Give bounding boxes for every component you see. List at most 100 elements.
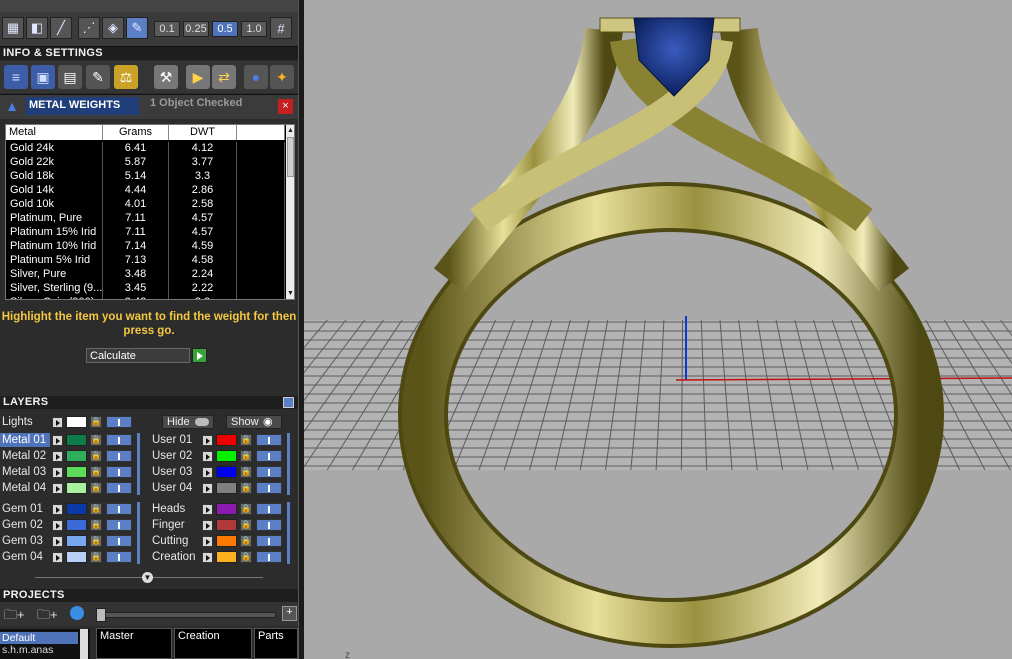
layer-color-swatch[interactable] [216, 519, 237, 531]
step-0-25-button[interactable]: 0.25 [183, 21, 209, 37]
thumbnail-master[interactable]: Master [96, 628, 172, 659]
document-icon[interactable]: ▤ [58, 65, 82, 89]
layer-color-swatch[interactable] [216, 535, 237, 547]
box-view-icon[interactable]: ◧ [26, 17, 48, 39]
layer-color-swatch[interactable] [216, 503, 237, 515]
sphere-icon[interactable]: ● [244, 65, 268, 89]
layer-row[interactable]: Metal 03 🔒 [0, 465, 140, 479]
thumbnail-creation[interactable]: Creation [174, 628, 252, 659]
expand-arrow-icon[interactable] [202, 520, 213, 531]
go-button[interactable] [192, 348, 207, 363]
layer-name[interactable]: User 04 [150, 481, 200, 495]
visibility-toggle[interactable] [256, 482, 282, 494]
render-icon[interactable]: ▶ [186, 65, 210, 89]
lock-icon[interactable]: 🔒 [90, 434, 102, 446]
layer-name[interactable]: Metal 04 [0, 481, 50, 495]
table-row[interactable]: Silver, Sterling (9... 3.45 2.22 [6, 282, 285, 296]
lock-icon[interactable]: 🔒 [240, 519, 252, 531]
layer-name[interactable]: Metal 02 [0, 449, 50, 463]
table-row[interactable]: Gold 14k 4.44 2.86 [6, 184, 285, 198]
cube-icon[interactable]: ▣ [31, 65, 55, 89]
visibility-toggle[interactable] [256, 551, 282, 563]
expand-arrow-icon[interactable] [52, 536, 63, 547]
layer-row[interactable]: Metal 04 🔒 [0, 481, 140, 495]
layer-name[interactable]: Heads [150, 502, 200, 516]
lock-icon[interactable]: 🔒 [90, 466, 102, 478]
visibility-toggle[interactable] [106, 519, 132, 531]
expand-arrow-icon[interactable] [52, 552, 63, 563]
expand-arrow-icon[interactable] [202, 536, 213, 547]
lock-icon[interactable]: 🔒 [240, 466, 252, 478]
layer-row[interactable]: Metal 01 🔒 [0, 433, 140, 447]
table-row[interactable]: Platinum 15% Irid 7.11 4.57 [6, 226, 285, 240]
expand-arrow-icon[interactable] [52, 520, 63, 531]
table-row[interactable]: Platinum 5% Irid 7.13 4.58 [6, 254, 285, 268]
layer-row[interactable]: User 02 🔒 [150, 449, 290, 463]
visibility-toggle[interactable] [256, 466, 282, 478]
column-header-grams[interactable]: Grams [103, 125, 169, 140]
layer-color-swatch[interactable] [66, 519, 87, 531]
lock-icon[interactable]: 🔒 [240, 482, 252, 494]
expand-arrow-icon[interactable] [202, 451, 213, 462]
layers-stack-icon[interactable]: ≡ [4, 65, 28, 89]
dotted-line-icon[interactable]: ⋰ [78, 17, 100, 39]
layer-row[interactable]: Heads 🔒 [150, 502, 290, 516]
calculate-dropdown[interactable]: Calculate [86, 348, 190, 363]
visibility-toggle[interactable] [256, 503, 282, 515]
layer-row[interactable]: Finger 🔒 [150, 518, 290, 532]
lock-icon[interactable]: 🔒 [90, 482, 102, 494]
layer-color-swatch[interactable] [216, 466, 237, 478]
visibility-toggle[interactable] [256, 450, 282, 462]
layer-name[interactable]: User 03 [150, 465, 200, 479]
layer-row[interactable]: Metal 02 🔒 [0, 449, 140, 463]
expand-arrow-icon[interactable] [52, 451, 63, 462]
lock-icon[interactable]: 🔒 [240, 503, 252, 515]
edit-note-icon[interactable]: ✎ [86, 65, 110, 89]
output-icon[interactable]: ⇄ [212, 65, 236, 89]
layer-row[interactable]: Gem 02 🔒 [0, 518, 140, 532]
layer-name[interactable]: Gem 03 [0, 534, 50, 548]
visibility-toggle[interactable] [106, 434, 132, 446]
expand-arrow-icon[interactable] [52, 504, 63, 515]
layer-color-swatch[interactable] [66, 482, 87, 494]
project-scrollbar[interactable] [80, 629, 88, 659]
lock-icon[interactable]: 🔒 [90, 450, 102, 462]
scroll-up-icon[interactable]: ▲ [286, 126, 294, 135]
add-icon[interactable]: + [282, 606, 297, 621]
hide-button[interactable]: Hide [162, 415, 214, 429]
layer-name[interactable]: Metal 03 [0, 465, 50, 479]
layer-color-swatch[interactable] [216, 434, 237, 446]
layer-name[interactable]: Gem 02 [0, 518, 50, 532]
layer-row[interactable]: User 04 🔒 [150, 481, 290, 495]
layer-row[interactable]: Lights 🔒 [0, 415, 140, 429]
thumbnail-parts[interactable]: Parts [254, 628, 298, 659]
expand-arrow-icon[interactable] [202, 467, 213, 478]
line-tool-icon[interactable]: ╱ [50, 17, 72, 39]
expand-arrow-icon[interactable] [52, 435, 63, 446]
expand-arrow-icon[interactable] [202, 504, 213, 515]
tools-icon[interactable]: ⚒ [154, 65, 178, 89]
expand-arrow-icon[interactable] [52, 483, 63, 494]
add-project-icon[interactable]: 🗀+ [37, 606, 63, 622]
visibility-toggle[interactable] [106, 416, 132, 428]
layer-row[interactable]: Creation 🔒 [150, 550, 290, 564]
grid-snap-icon[interactable]: # [270, 17, 292, 39]
info-circle-icon[interactable] [70, 606, 84, 620]
light-icon[interactable]: ✦ [270, 65, 294, 89]
snap-tool-icon[interactable]: ✎ [126, 17, 148, 39]
visibility-toggle[interactable] [106, 535, 132, 547]
lock-icon[interactable]: 🔒 [90, 551, 102, 563]
thumbnail-size-slider[interactable] [96, 612, 276, 618]
metal-weight-icon[interactable]: ⚖ [114, 65, 138, 89]
layer-color-swatch[interactable] [66, 450, 87, 462]
table-scrollbar[interactable]: ▲ ▼ [286, 125, 294, 299]
layer-name[interactable]: Gem 01 [0, 502, 50, 516]
layer-color-swatch[interactable] [66, 416, 87, 428]
layer-name[interactable]: Finger [150, 518, 200, 532]
layer-color-swatch[interactable] [66, 434, 87, 446]
layer-name[interactable]: Lights [0, 415, 50, 429]
scroll-thumb[interactable] [287, 137, 294, 177]
lock-icon[interactable]: 🔒 [240, 450, 252, 462]
layer-row[interactable]: Gem 01 🔒 [0, 502, 140, 516]
expand-down-icon[interactable]: ▼ [142, 572, 153, 583]
